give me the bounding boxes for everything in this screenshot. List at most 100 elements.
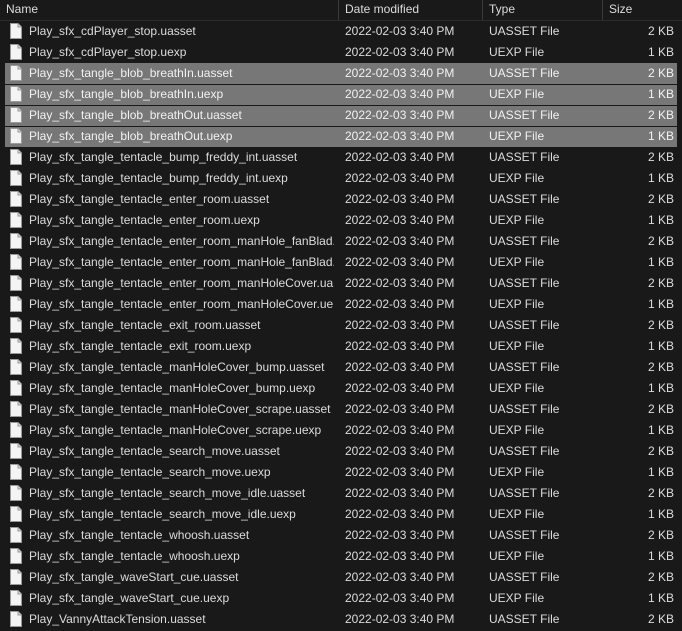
file-name[interactable]: Play_sfx_tangle_blob_breathOut.uexp [29,126,334,147]
file-icon [10,212,22,228]
file-row[interactable]: Play_sfx_tangle_tentacle_search_move.uex… [0,462,682,483]
file-row[interactable]: Play_sfx_tangle_tentacle_bump_freddy_int… [0,147,682,168]
file-icon [10,548,22,564]
file-name[interactable]: Play_sfx_tangle_tentacle_manHoleCover_sc… [29,420,334,441]
file-name[interactable]: Play_sfx_tangle_blob_breathIn.uexp [29,84,334,105]
column-header-date-modified[interactable]: Date modified [345,0,475,20]
file-row[interactable]: Play_sfx_tangle_tentacle_manHoleCover_sc… [0,420,682,441]
file-name[interactable]: Play_sfx_tangle_tentacle_enter_room_manH… [29,252,334,273]
file-date-modified: 2022-02-03 3:40 PM [345,486,455,500]
file-date-modified: 2022-02-03 3:40 PM [345,549,455,563]
file-name[interactable]: Play_sfx_tangle_tentacle_enter_room.uexp [29,210,334,231]
file-date-modified: 2022-02-03 3:40 PM [345,423,455,437]
file-name[interactable]: Play_sfx_cdPlayer_stop.uexp [29,42,334,63]
column-divider[interactable] [338,0,339,20]
file-name[interactable]: Play_sfx_tangle_blob_breathOut.uasset [29,105,334,126]
file-row[interactable]: Play_sfx_tangle_tentacle_search_move_idl… [0,504,682,525]
file-row[interactable]: Play_sfx_tangle_tentacle_exit_room.uexp 2… [0,336,682,357]
file-name[interactable]: Play_sfx_tangle_tentacle_manHoleCover_bu… [29,378,334,399]
file-size: 1 KB [647,381,674,395]
file-type: UEXP File [489,423,545,437]
file-size: 2 KB [647,276,674,290]
file-type: UASSET File [489,276,560,290]
file-name[interactable]: Play_sfx_tangle_tentacle_search_move_idl… [29,504,334,525]
file-row[interactable]: Play_sfx_tangle_tentacle_enter_room.uexp… [0,210,682,231]
file-list: Play_sfx_cdPlayer_stop.uasset 2022-02-03 … [0,21,682,630]
file-row[interactable]: Play_sfx_tangle_blob_breathIn.uasset 2022… [0,63,682,84]
file-row[interactable]: Play_sfx_tangle_tentacle_enter_room_manH… [0,273,682,294]
column-header-bar: Name Date modified Type Size [0,0,682,20]
file-name[interactable]: Play_sfx_tangle_tentacle_manHoleCover_sc… [29,399,334,420]
file-name[interactable]: Play_sfx_tangle_tentacle_bump_freddy_int… [29,168,334,189]
file-row[interactable]: Play_sfx_tangle_blob_breathOut.uasset 202… [0,105,682,126]
file-icon [10,464,22,480]
file-row[interactable]: Play_sfx_tangle_tentacle_bump_freddy_int… [0,168,682,189]
file-row[interactable]: Play_sfx_tangle_tentacle_manHoleCover_bu… [0,378,682,399]
file-row[interactable]: Play_sfx_tangle_tentacle_whoosh.uexp 2022… [0,546,682,567]
file-name[interactable]: Play_sfx_tangle_tentacle_search_move_idl… [29,483,334,504]
file-row[interactable]: Play_sfx_tangle_tentacle_enter_room_manH… [0,231,682,252]
file-date-modified: 2022-02-03 3:40 PM [345,570,455,584]
file-type: UEXP File [489,591,545,605]
file-name[interactable]: Play_sfx_tangle_tentacle_enter_room.uass… [29,189,334,210]
file-row[interactable]: Play_sfx_tangle_tentacle_enter_room_manH… [0,294,682,315]
file-size: 1 KB [647,171,674,185]
file-name[interactable]: Play_sfx_tangle_tentacle_exit_room.uasse… [29,315,334,336]
column-header-type[interactable]: Type [489,0,594,20]
file-name[interactable]: Play_sfx_tangle_tentacle_search_move.uex… [29,462,334,483]
file-icon [10,233,22,249]
file-name[interactable]: Play_sfx_tangle_tentacle_search_move.uas… [29,441,334,462]
file-name[interactable]: Play_sfx_tangle_tentacle_exit_room.uexp [29,336,334,357]
column-divider[interactable] [602,0,603,20]
file-date-modified: 2022-02-03 3:40 PM [345,150,455,164]
file-row[interactable]: Play_sfx_cdPlayer_stop.uasset 2022-02-03 … [0,21,682,42]
file-date-modified: 2022-02-03 3:40 PM [345,87,455,101]
file-icon [10,317,22,333]
file-icon [10,422,22,438]
file-row[interactable]: Play_sfx_cdPlayer_stop.uexp 2022-02-03 3:… [0,42,682,63]
file-name[interactable]: Play_sfx_tangle_tentacle_enter_room_manH… [29,231,334,252]
file-row[interactable]: Play_sfx_tangle_tentacle_whoosh.uasset 20… [0,525,682,546]
file-row[interactable]: Play_sfx_tangle_tentacle_search_move.uas… [0,441,682,462]
file-icon [10,107,22,123]
file-icon [10,338,22,354]
file-icon [10,569,22,585]
file-type: UEXP File [489,213,545,227]
file-size: 1 KB [647,507,674,521]
column-header-name[interactable]: Name [6,0,336,20]
file-name[interactable]: Play_sfx_tangle_tentacle_enter_room_manH… [29,294,334,315]
file-name[interactable]: Play_sfx_tangle_tentacle_whoosh.uexp [29,546,334,567]
file-name[interactable]: Play_VannyAttackTension.uasset [29,609,334,630]
column-header-size[interactable]: Size [609,0,679,20]
file-type: UEXP File [489,87,545,101]
file-size: 2 KB [647,192,674,206]
file-name[interactable]: Play_sfx_tangle_tentacle_whoosh.uasset [29,525,334,546]
file-date-modified: 2022-02-03 3:40 PM [345,108,455,122]
file-name[interactable]: Play_sfx_tangle_waveStart_cue.uasset [29,567,334,588]
column-divider[interactable] [482,0,483,20]
file-row[interactable]: Play_sfx_tangle_blob_breathOut.uexp 2022-… [0,126,682,147]
file-name[interactable]: Play_sfx_tangle_waveStart_cue.uexp [29,588,334,609]
file-name[interactable]: Play_sfx_cdPlayer_stop.uasset [29,21,334,42]
file-type: UEXP File [489,255,545,269]
file-row[interactable]: Play_sfx_tangle_waveStart_cue.uasset 2022… [0,567,682,588]
file-row[interactable]: Play_sfx_tangle_blob_breathIn.uexp 2022-0… [0,84,682,105]
file-name[interactable]: Play_sfx_tangle_tentacle_enter_room_manH… [29,273,334,294]
file-type: UEXP File [489,297,545,311]
file-row[interactable]: Play_sfx_tangle_tentacle_search_move_idl… [0,483,682,504]
file-row[interactable]: Play_sfx_tangle_waveStart_cue.uexp 2022-0… [0,588,682,609]
file-name[interactable]: Play_sfx_tangle_tentacle_manHoleCover_bu… [29,357,334,378]
file-name[interactable]: Play_sfx_tangle_blob_breathIn.uasset [29,63,334,84]
file-row[interactable]: Play_VannyAttackTension.uasset 2022-02-03… [0,609,682,630]
file-row[interactable]: Play_sfx_tangle_tentacle_enter_room.uass… [0,189,682,210]
file-row[interactable]: Play_sfx_tangle_tentacle_manHoleCover_bu… [0,357,682,378]
file-date-modified: 2022-02-03 3:40 PM [345,255,455,269]
file-date-modified: 2022-02-03 3:40 PM [345,276,455,290]
file-date-modified: 2022-02-03 3:40 PM [345,171,455,185]
file-row[interactable]: Play_sfx_tangle_tentacle_enter_room_manH… [0,252,682,273]
file-icon [10,23,22,39]
file-name[interactable]: Play_sfx_tangle_tentacle_bump_freddy_int… [29,147,334,168]
file-row[interactable]: Play_sfx_tangle_tentacle_exit_room.uasse… [0,315,682,336]
file-type: UASSET File [489,528,560,542]
file-row[interactable]: Play_sfx_tangle_tentacle_manHoleCover_sc… [0,399,682,420]
